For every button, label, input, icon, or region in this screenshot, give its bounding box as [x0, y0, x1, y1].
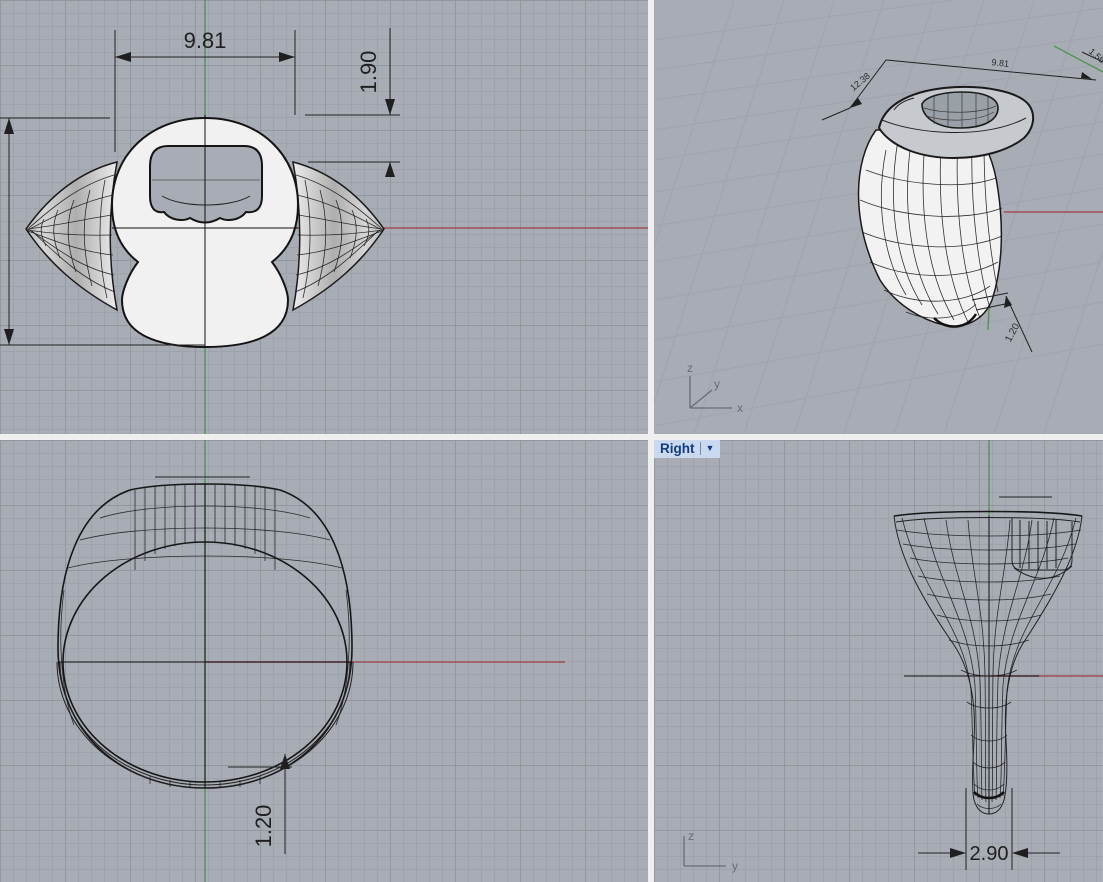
right-view-drawing: 2.90 z y — [654, 440, 1103, 882]
cad-four-viewport-workspace: 9.81 1.90 — [0, 0, 1103, 882]
dimension-band-thickness-1-20: 1.20 — [228, 754, 292, 854]
svg-text:2.90: 2.90 — [970, 843, 1009, 865]
viewport-front-view[interactable]: 1.20 — [0, 440, 648, 882]
svg-text:1.20: 1.20 — [251, 805, 276, 848]
top-view-drawing: 9.81 1.90 — [0, 0, 648, 434]
svg-text:12.38: 12.38 — [848, 71, 872, 93]
viewport-perspective-view[interactable]: 12.38 9.81 1.56 1.20 z y x — [654, 0, 1103, 434]
ring-band-wing-right — [293, 162, 384, 310]
ring-perspective-body — [859, 128, 1003, 327]
svg-text:1.90: 1.90 — [356, 51, 381, 94]
title-separator — [700, 442, 701, 455]
dimension-bezel-depth-1-90: 1.90 — [305, 28, 400, 177]
x-axis-label: x — [737, 401, 743, 415]
ring-top-face — [112, 115, 298, 347]
y-axis-label: y — [732, 859, 738, 873]
viewport-title-dropdown-icon[interactable]: ▼ — [706, 444, 715, 453]
z-axis-label: z — [687, 361, 693, 375]
viewport-right-view[interactable]: 2.90 z y Right ▼ — [654, 440, 1103, 882]
ring-recess-opening — [150, 146, 262, 223]
axis-gnomon-right: z y — [684, 829, 738, 873]
ring-front-wireframe — [57, 477, 353, 788]
viewport-divider-horizontal[interactable] — [0, 434, 1103, 440]
ring-right-wireframe — [894, 497, 1082, 814]
y-axis-label: y — [714, 377, 720, 391]
z-axis-label: z — [688, 829, 694, 843]
viewport-title-right[interactable]: Right ▼ — [654, 440, 720, 458]
svg-text:1.56: 1.56 — [1087, 46, 1103, 65]
viewport-title-label[interactable]: Right — [660, 441, 695, 456]
viewport-top-view[interactable]: 9.81 1.90 — [0, 0, 648, 434]
svg-text:9.81: 9.81 — [184, 28, 227, 53]
perspective-drawing: 12.38 9.81 1.56 1.20 z y x — [654, 0, 1103, 434]
svg-text:9.81: 9.81 — [991, 57, 1009, 69]
viewport-divider-vertical[interactable] — [648, 0, 654, 882]
ring-band-wing-left — [26, 162, 117, 310]
front-view-drawing: 1.20 — [0, 440, 648, 882]
